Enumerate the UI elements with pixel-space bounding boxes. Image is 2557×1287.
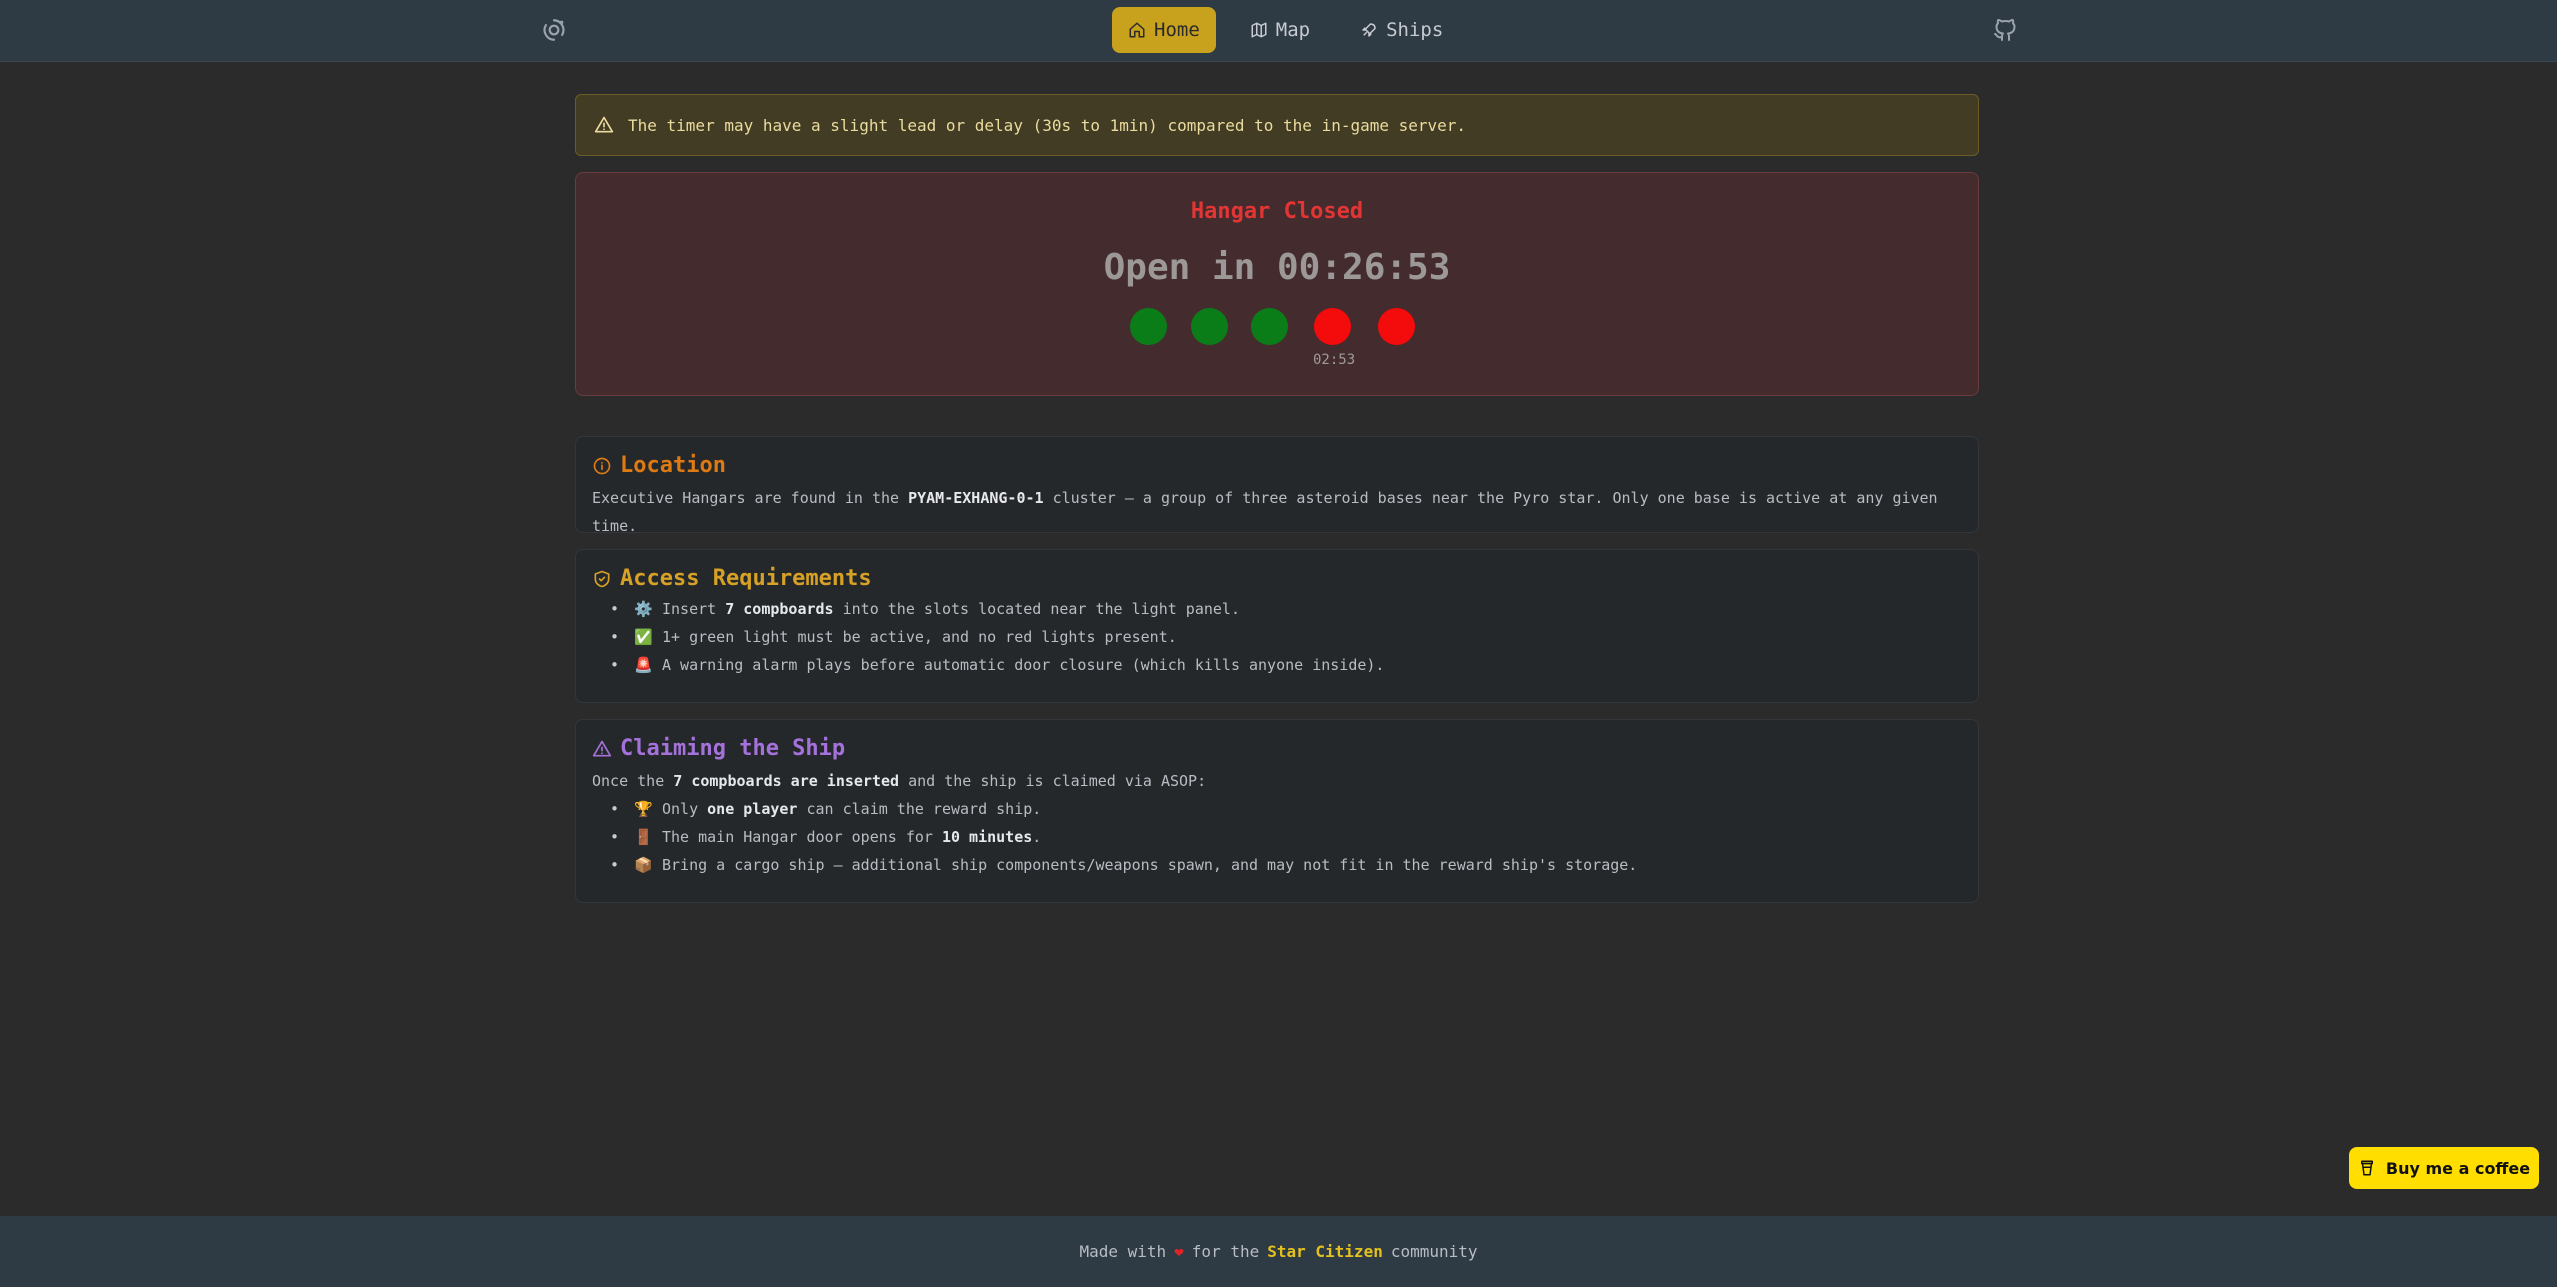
footer-text-before: Made with (1079, 1242, 1167, 1261)
list-item-text: A warning alarm plays before automatic d… (662, 651, 1384, 679)
star-citizen-link[interactable]: Star Citizen (1267, 1242, 1383, 1261)
claim-intro-bold: 7 compboards are inserted (673, 772, 900, 790)
access-list: ⚙️ Insert 7 compboards into the slots lo… (610, 595, 1962, 679)
nav-home[interactable]: Home (1112, 7, 1216, 53)
check-icon: ✅ (634, 628, 653, 646)
logo-icon[interactable] (540, 16, 568, 44)
hangar-status-label: Hangar Closed (1190, 199, 1364, 224)
nav-ships-label: Ships (1386, 19, 1444, 41)
rocket-icon (1362, 23, 1376, 37)
list-item-text: The main Hangar door opens for 10 minute… (662, 823, 1041, 851)
location-description: Executive Hangars are found in the PYAM-… (592, 484, 1962, 540)
claim-title-text: Claiming the Ship (620, 736, 846, 761)
shield-check-icon (594, 570, 610, 587)
location-title-text: Location (620, 453, 726, 478)
main-nav: Home Map Ships (1112, 7, 1459, 53)
list-item: 🏆 Only one player can claim the reward s… (610, 795, 1962, 823)
alarm-icon: 🚨 (634, 656, 653, 674)
top-navbar: Home Map Ships (0, 0, 2557, 62)
list-item: 🚨 A warning alarm plays before automatic… (610, 651, 1962, 679)
item-text: Insert (662, 600, 726, 618)
claim-intro-before: Once the (592, 772, 674, 790)
footer-text-middle: for the (1191, 1242, 1260, 1261)
claim-list: 🏆 Only one player can claim the reward s… (610, 795, 1962, 879)
trophy-icon: 🏆 (634, 800, 653, 818)
footer-text-after: community (1390, 1242, 1478, 1261)
heart-icon: ❤ (1174, 1242, 1184, 1261)
home-icon (1129, 22, 1145, 38)
item-text: Only (662, 800, 708, 818)
coffee-cup-icon (2360, 1160, 2373, 1176)
list-item: 📦 Bring a cargo ship — additional ship c… (610, 851, 1962, 879)
light-green-2 (1191, 308, 1228, 345)
item-text-after: into the slots located near the light pa… (833, 600, 1240, 618)
claim-intro: Once the 7 compboards are inserted and t… (592, 767, 1962, 795)
nav-ships[interactable]: Ships (1344, 7, 1459, 53)
buy-coffee-button[interactable]: Buy me a coffee (2349, 1147, 2539, 1189)
nav-map-label: Map (1275, 19, 1311, 41)
list-item-text: 1+ green light must be active, and no re… (662, 623, 1177, 651)
nav-home-label: Home (1154, 19, 1200, 41)
timer-warning-banner: The timer may have a slight lead or dela… (575, 94, 1979, 156)
nav-map[interactable]: Map (1234, 7, 1326, 53)
list-item: 🚪 The main Hangar door opens for 10 minu… (610, 823, 1962, 851)
light-green-3 (1251, 308, 1288, 345)
list-item-text: Only one player can claim the reward shi… (662, 795, 1041, 823)
buy-coffee-label: Buy me a coffee (2385, 1158, 2531, 1178)
item-bold: 10 minutes (941, 828, 1033, 846)
location-title: Location (592, 437, 1962, 478)
list-item: ✅ 1+ green light must be active, and no … (610, 623, 1962, 651)
warning-text: The timer may have a slight lead or dela… (628, 115, 1467, 135)
light-green-1 (1130, 308, 1167, 345)
item-text-after: can claim the reward ship. (797, 800, 1042, 818)
light-red-4 (1314, 308, 1351, 345)
item-text-after: . (1032, 828, 1042, 846)
item-text: A warning alarm plays before automatic d… (662, 656, 1385, 674)
list-item-text: Bring a cargo ship — additional ship com… (662, 851, 1637, 879)
location-cluster-name: PYAM-EXHANG-0-1 (908, 489, 1044, 507)
list-item: ⚙️ Insert 7 compboards into the slots lo… (610, 595, 1962, 623)
light-red-5 (1378, 308, 1415, 345)
package-icon: 📦 (634, 856, 653, 874)
location-text-before: Executive Hangars are found in the (592, 489, 909, 507)
item-bold: 7 compboards (725, 600, 834, 618)
github-icon[interactable] (1991, 16, 2019, 44)
hangar-status-panel: Hangar Closed Open in 00:26:53 02:53 (575, 172, 1979, 396)
access-requirements-card: Access Requirements ⚙️ Insert 7 compboar… (575, 549, 1979, 703)
main-content: The timer may have a slight lead or dela… (575, 94, 1979, 903)
hangar-open-timer: Open in 00:26:53 (1103, 247, 1451, 288)
item-text: 1+ green light must be active, and no re… (662, 628, 1177, 646)
warning-icon (594, 116, 614, 133)
light-timer-value: 02:53 (1313, 352, 1356, 368)
gear-icon: ⚙️ (634, 600, 653, 618)
access-title: Access Requirements (592, 550, 1962, 591)
door-icon: 🚪 (634, 828, 653, 846)
item-bold: one player (707, 800, 798, 818)
claim-intro-after: and the ship is claimed via ASOP: (899, 772, 1207, 790)
access-title-text: Access Requirements (620, 566, 872, 591)
list-item-text: Insert 7 compboards into the slots locat… (662, 595, 1240, 623)
light-panel (576, 308, 1978, 348)
map-icon (1251, 22, 1267, 38)
item-text: The main Hangar door opens for (662, 828, 942, 846)
claim-title: Claiming the Ship (592, 720, 1962, 761)
item-text: Bring a cargo ship — additional ship com… (662, 856, 1638, 874)
claiming-ship-card: Claiming the Ship Once the 7 compboards … (575, 719, 1979, 903)
footer: Made with ❤ for the Star Citizen communi… (0, 1216, 2557, 1287)
alert-triangle-icon (592, 740, 612, 756)
location-card: Location Executive Hangars are found in … (575, 436, 1979, 535)
info-icon (593, 457, 611, 474)
